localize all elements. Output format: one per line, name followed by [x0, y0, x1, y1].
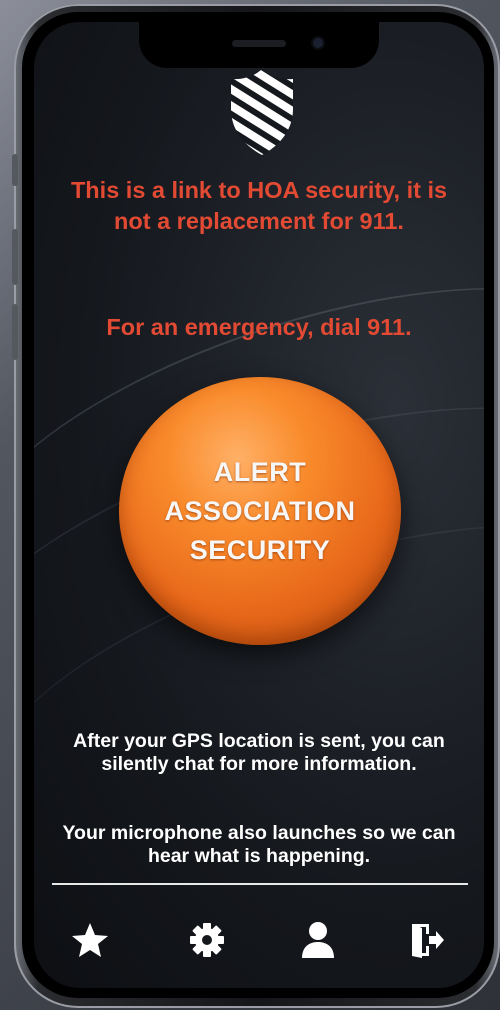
- front-camera: [313, 38, 323, 48]
- notch: [139, 22, 379, 68]
- emergency-note-text: For an emergency, dial 911.: [106, 314, 412, 340]
- tab-settings[interactable]: [182, 915, 232, 965]
- alert-association-security-button[interactable]: ALERT ASSOCIATION SECURITY: [119, 377, 401, 645]
- star-icon: [72, 923, 108, 957]
- speaker-grille: [232, 40, 286, 47]
- microphone-info-text: Your microphone also launches so we can …: [62, 822, 456, 867]
- bottom-tab-bar: [34, 915, 484, 965]
- tab-favorites[interactable]: [65, 915, 115, 965]
- tab-profile[interactable]: [293, 915, 343, 965]
- gps-chat-info-text: After your GPS location is sent, you can…: [73, 730, 445, 775]
- gear-icon: [190, 923, 224, 957]
- tab-logout[interactable]: [401, 915, 451, 965]
- logout-icon: [412, 924, 444, 958]
- volume-down-button: [12, 304, 18, 360]
- app-screen: This is a link to HOA security, it is no…: [34, 22, 484, 988]
- volume-up-button: [12, 229, 18, 285]
- tabbar-divider: [52, 883, 468, 885]
- mute-switch: [12, 154, 18, 186]
- shield-logo-icon: [231, 69, 293, 155]
- hoa-disclaimer-text: This is a link to HOA security, it is no…: [70, 177, 448, 234]
- alert-button-label: ALERT ASSOCIATION SECURITY: [164, 457, 356, 565]
- user-icon: [302, 922, 334, 958]
